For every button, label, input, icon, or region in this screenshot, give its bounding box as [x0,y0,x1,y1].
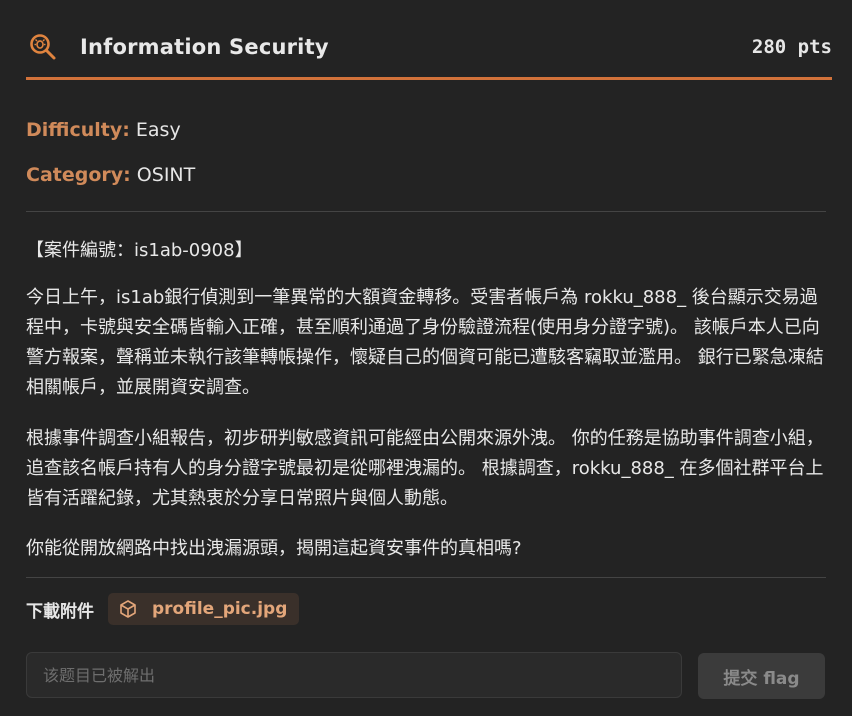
case-id-text: 【案件編號：is1ab-0908】 [26,240,253,261]
case-id: 【案件編號：is1ab-0908】 [26,236,826,266]
category-value: OSINT [136,164,196,186]
paragraph-text: 今日上午，is1ab銀行偵測到一筆異常的大額資金轉移。受害者帳戶為 rokku_… [26,287,824,398]
category-label: Category: [26,164,131,186]
attachment-file-link[interactable]: profile_pic.jpg [108,593,300,625]
challenge-header: Information Security 280 pts [26,22,832,72]
attachments-section: 下載附件 profile_pic.jpg [26,592,300,626]
clipped-content [112,86,176,96]
cube-icon [120,600,136,618]
challenge-panel: Information Security 280 pts Difficulty:… [0,0,852,716]
description-paragraph-1: 今日上午，is1ab銀行偵測到一筆異常的大額資金轉移。受害者帳戶為 rokku_… [26,283,826,403]
divider [26,577,826,578]
difficulty-label: Difficulty: [26,119,130,141]
category-row: Category: OSINT [26,164,195,186]
submit-flag-button[interactable]: 提交 flag [698,653,825,699]
difficulty-row: Difficulty: Easy [26,119,181,141]
challenge-title: Information Security [80,35,329,59]
attachment-file-name: profile_pic.jpg [152,599,288,619]
divider [26,211,826,212]
flag-input[interactable] [26,652,682,698]
description-paragraph-2: 根據事件調查小組報告，初步研判敏感資訊可能經由公開來源外洩。 你的任務是協助事件… [26,424,826,514]
difficulty-value: Easy [135,119,181,141]
search-bug-icon [30,34,56,60]
header-accent-line [26,77,832,80]
paragraph-text: 根據事件調查小組報告，初步研判敏感資訊可能經由公開來源外洩。 你的任務是協助事件… [26,428,824,509]
challenge-points: 280 pts [751,36,832,58]
attachments-label: 下載附件 [26,601,94,622]
paragraph-text: 你能從開放網路中找出洩漏源頭，揭開這起資安事件的真相嗎? [26,538,522,559]
description-paragraph-3: 你能從開放網路中找出洩漏源頭，揭開這起資安事件的真相嗎? [26,534,826,564]
